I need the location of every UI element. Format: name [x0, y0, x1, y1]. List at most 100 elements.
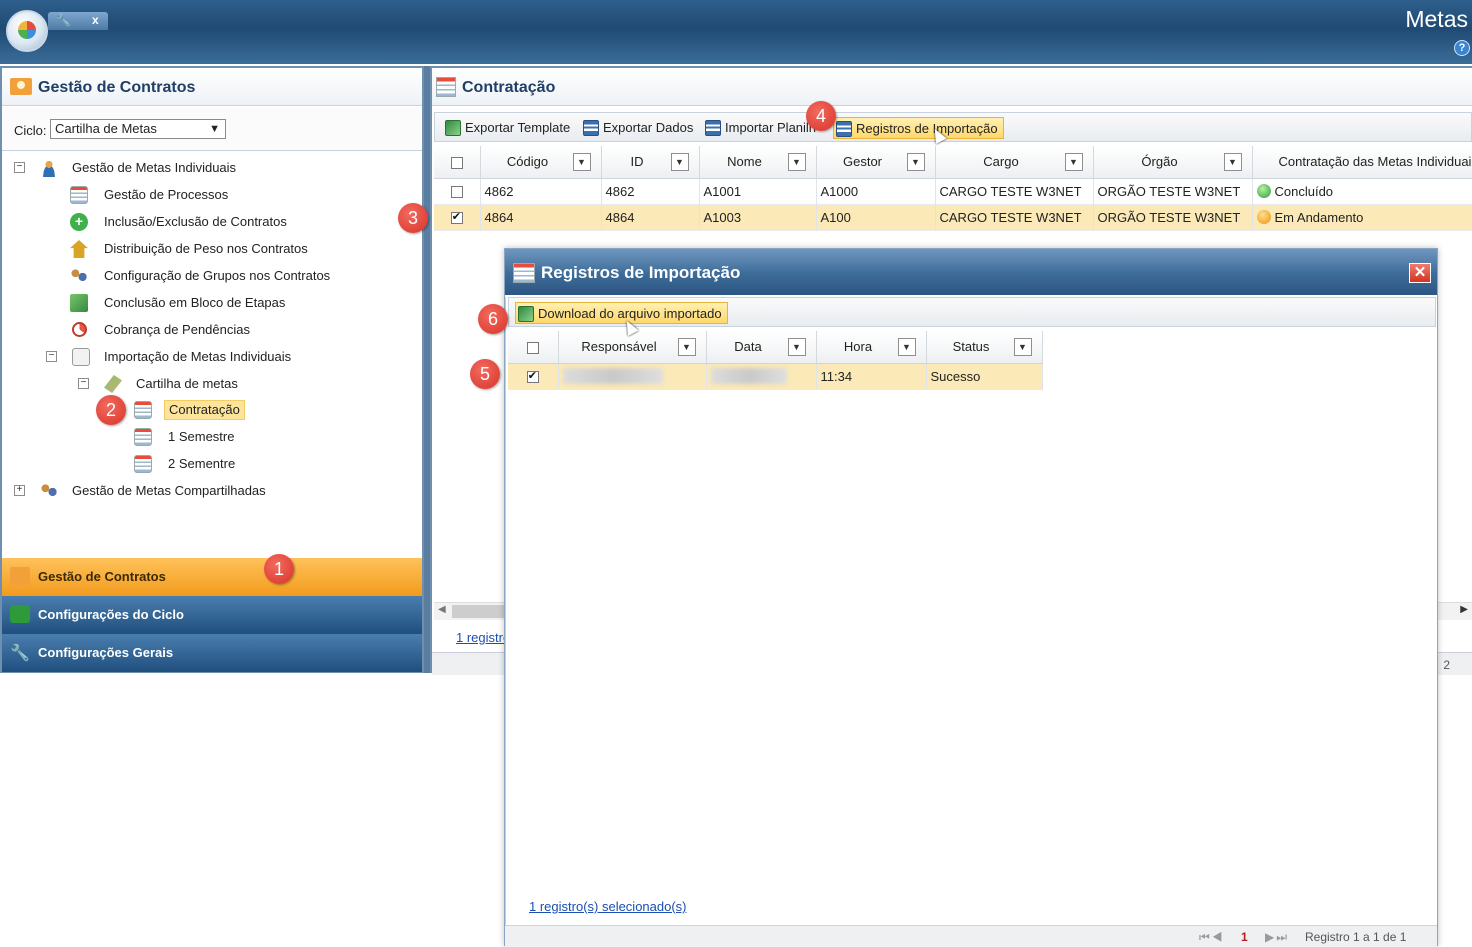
cell-hora: 11:34: [816, 363, 927, 390]
table-row[interactable]: 4864 4864 A1003 A100 CARGO TESTE W3NET O…: [434, 204, 1472, 231]
tree-item-label: 1 Semestre: [168, 429, 235, 444]
tree-item-semestre2[interactable]: 2 Sementre: [134, 453, 334, 475]
tree-item-cartilha[interactable]: − Cartilha de metas: [78, 373, 408, 395]
button-label: Exportar Dados: [603, 120, 694, 135]
column-header[interactable]: Responsável ▼: [558, 331, 707, 364]
table-row[interactable]: 11:34 Sucesso: [508, 363, 1043, 390]
cell-gestor: A100: [816, 204, 936, 231]
ciclo-select[interactable]: Cartilha de Metas ▼: [50, 119, 226, 139]
scroll-left-icon[interactable]: ◀: [438, 604, 446, 615]
step-badge: 3: [398, 203, 428, 233]
export-data-button[interactable]: Exportar Dados: [581, 117, 698, 139]
select-all-header[interactable]: [434, 146, 481, 179]
group-icon: [40, 482, 58, 500]
accordion-gestao-contratos[interactable]: Gestão de Contratos: [2, 558, 422, 596]
row-select-cell[interactable]: [434, 178, 481, 205]
row-checkbox[interactable]: [526, 369, 539, 384]
selected-records-link[interactable]: 1 registro: [456, 630, 510, 645]
column-header[interactable]: Órgão ▼: [1093, 146, 1253, 179]
cell-orgao: ORGÃO TESTE W3NET: [1093, 204, 1253, 231]
tree-item-semestre1[interactable]: 1 Semestre: [134, 426, 334, 448]
accordion-label: Configurações do Ciclo: [38, 607, 184, 622]
app-logo-icon[interactable]: [6, 10, 48, 52]
close-tab-button[interactable]: x: [92, 13, 99, 27]
column-filter-icon[interactable]: ▼: [677, 338, 696, 356]
table-icon: [70, 186, 88, 204]
tree-item-importacao[interactable]: − Importação de Metas Individuais: [46, 346, 406, 368]
close-icon[interactable]: ✕: [1409, 263, 1431, 283]
column-filter-icon[interactable]: ▼: [1064, 153, 1083, 171]
table-header-row: Responsável ▼ Data ▼ Hora ▼ Status ▼: [508, 331, 1043, 364]
tree-item-label: Gestão de Metas Compartilhadas: [72, 483, 266, 498]
collapse-icon[interactable]: −: [78, 378, 89, 389]
column-header[interactable]: Status ▼: [926, 331, 1043, 364]
tree-item-configuracao-grupos[interactable]: Configuração de Grupos nos Contratos: [70, 265, 410, 287]
cell-gestor: A1000: [816, 178, 936, 205]
row-checkbox[interactable]: [450, 186, 463, 199]
tree-item-gestao-processos[interactable]: Gestão de Processos: [70, 184, 410, 206]
column-filter-icon[interactable]: ▼: [1223, 153, 1242, 171]
tree-item-label: Conclusão em Bloco de Etapas: [104, 295, 286, 310]
table-icon: [134, 401, 152, 419]
tree-item-gestao-individuais[interactable]: − Gestão de Metas Individuais: [14, 157, 414, 179]
column-filter-icon[interactable]: ▼: [572, 153, 591, 171]
tree-item-inclusao[interactable]: + Inclusão/Exclusão de Contratos: [70, 211, 410, 233]
selected-records-link[interactable]: 1 registro(s) selecionado(s): [529, 899, 687, 914]
select-all-checkbox[interactable]: [450, 156, 463, 169]
accordion-configuracoes-gerais[interactable]: 🔧 Configurações Gerais: [2, 634, 422, 672]
download-file-button[interactable]: Download do arquivo importado: [515, 302, 728, 324]
tree-item-conclusao-bloco[interactable]: Conclusão em Bloco de Etapas: [70, 292, 410, 314]
column-filter-icon[interactable]: ▼: [906, 153, 925, 171]
wrench-icon[interactable]: 🔧: [56, 13, 71, 27]
first-prev-page-icons[interactable]: ⏮◀: [1199, 930, 1225, 945]
contracts-icon: [10, 567, 30, 585]
import-sheet-button[interactable]: Importar Planilh: [703, 117, 821, 139]
tree-item-distribuicao[interactable]: Distribuição de Peso nos Contratos: [70, 238, 410, 260]
tree-item-contratacao[interactable]: Contratação: [134, 399, 334, 421]
tree-item-label: Gestão de Metas Individuais: [72, 160, 237, 175]
scale-icon: [70, 240, 88, 258]
row-checkbox[interactable]: [450, 210, 463, 225]
row-select-cell[interactable]: [434, 204, 481, 231]
column-header[interactable]: Data ▼: [706, 331, 817, 364]
table-row[interactable]: 4862 4862 A1001 A1000 CARGO TESTE W3NET …: [434, 178, 1472, 205]
step-badge: 5: [470, 359, 500, 389]
left-panel-header: Gestão de Contratos: [2, 68, 422, 106]
collapse-icon[interactable]: −: [46, 351, 57, 362]
grid-export-icon: [583, 120, 599, 136]
help-icon[interactable]: ?: [1454, 40, 1470, 56]
expand-icon[interactable]: +: [14, 485, 25, 496]
tree-item-gestao-compartilhadas[interactable]: + Gestão de Metas Compartilhadas: [14, 480, 414, 502]
select-all-header[interactable]: [508, 331, 559, 364]
left-panel-title: Gestão de Contratos: [38, 79, 196, 96]
tree-item-cobranca[interactable]: Cobrança de Pendências: [70, 319, 410, 341]
import-records-button[interactable]: Registros de Importação: [833, 117, 1004, 139]
column-header[interactable]: ID ▼: [601, 146, 700, 179]
column-header[interactable]: Hora ▼: [816, 331, 927, 364]
next-last-page-icons[interactable]: ▶⏭: [1265, 930, 1289, 945]
select-all-checkbox[interactable]: [526, 341, 539, 354]
column-filter-icon[interactable]: ▼: [787, 153, 806, 171]
scroll-thumb[interactable]: [452, 605, 506, 618]
accordion-configuracoes-ciclo[interactable]: Configurações do Ciclo: [2, 596, 422, 634]
column-filter-icon[interactable]: ▼: [897, 338, 916, 356]
tree-item-label: Configuração de Grupos nos Contratos: [104, 268, 331, 283]
column-filter-icon[interactable]: ▼: [1013, 338, 1032, 356]
column-header[interactable]: Gestor ▼: [816, 146, 936, 179]
scroll-right-icon[interactable]: ▶: [1460, 604, 1468, 615]
chevron-down-icon[interactable]: ▼: [209, 120, 220, 138]
tool-tab[interactable]: 🔧 x: [48, 12, 108, 30]
excel-icon: [518, 306, 534, 322]
export-template-button[interactable]: Exportar Template: [443, 117, 575, 139]
column-header[interactable]: Contratação das Metas Individuai: [1252, 146, 1472, 179]
column-header[interactable]: Nome ▼: [699, 146, 817, 179]
wrench-icon: 🔧: [10, 645, 30, 662]
column-filter-icon[interactable]: ▼: [670, 153, 689, 171]
tree-item-label: Inclusão/Exclusão de Contratos: [104, 214, 287, 229]
current-page[interactable]: 1: [1241, 930, 1248, 944]
column-filter-icon[interactable]: ▼: [787, 338, 806, 356]
column-header[interactable]: Cargo ▼: [935, 146, 1094, 179]
row-select-cell[interactable]: [508, 363, 559, 390]
collapse-icon[interactable]: −: [14, 162, 25, 173]
column-header[interactable]: Código ▼: [480, 146, 602, 179]
